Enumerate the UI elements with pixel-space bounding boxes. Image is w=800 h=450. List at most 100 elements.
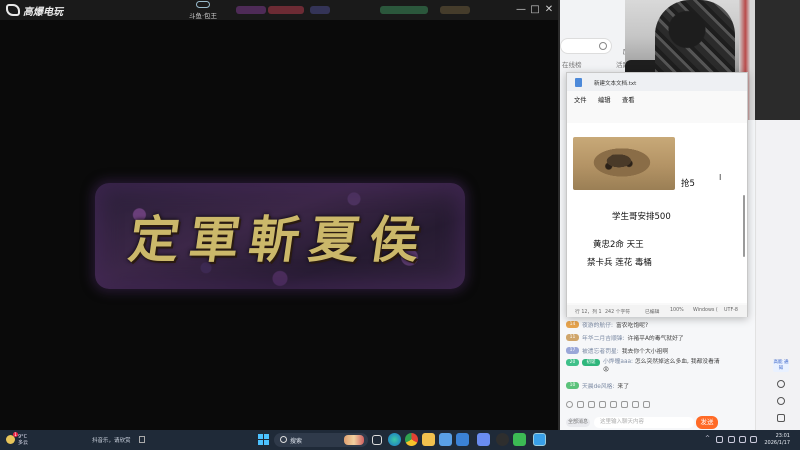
video-area[interactable]: 定軍斬夏侯 <box>0 20 558 430</box>
status-chars: 242 个字符 <box>605 310 631 315</box>
titlebar-decor <box>268 6 304 14</box>
taskbar: 1 9°C 多云 抖音乐，请欣赏 搜索 ^ 23:01 2026/1/17 <box>0 430 800 450</box>
tray-app-icon[interactable] <box>716 436 723 443</box>
chat-message[interactable]: 17 被遗忘者罚星: 我去你个大小祖啊 <box>566 344 726 357</box>
edge-icon[interactable] <box>388 433 401 446</box>
player-brand: 高爆电玩 <box>6 3 63 18</box>
status-zoom: 100% <box>670 308 684 313</box>
status-position: 行 12，列 1 <box>575 310 602 315</box>
user-level-badge: 17 <box>566 347 579 354</box>
vertical-scrollbar[interactable] <box>743 195 745 257</box>
cloud-app-icon[interactable] <box>456 433 469 446</box>
more-icon[interactable] <box>643 401 650 408</box>
media-text[interactable]: 抖音乐，请欣赏 <box>92 436 131 444</box>
file-explorer-icon[interactable] <box>422 433 435 446</box>
live-icon <box>196 1 210 8</box>
notepad-window: 新建文本文档.txt 文件 编辑 查看 抢5 I 学生哥安排500 黄忠2命 天… <box>566 72 748 317</box>
chat-username[interactable]: 小烨瞳aaa: <box>603 359 633 365</box>
network-icon[interactable] <box>728 436 735 443</box>
chat-line: 小烨瞳aaa: 怎么突然掉这么多血, 我都没看清 😡 <box>603 358 723 374</box>
chat-username[interactable]: 被遗忘者罚星: <box>582 346 619 355</box>
menu-view[interactable]: 查看 <box>622 95 635 104</box>
brand-logo-icon <box>6 4 20 16</box>
desktop: 高爆电玩 斗鱼·包王 — □ ✕ 定軍斬夏侯 历史 <box>0 0 800 450</box>
battery-icon[interactable] <box>750 436 757 443</box>
chat-input[interactable]: 这里输入聊天内容 <box>594 417 694 428</box>
message-filter-chip[interactable]: 全部消息 <box>566 418 590 427</box>
weather-desc: 多云 <box>18 440 29 446</box>
notepad-editor[interactable]: 抢5 I 学生哥安排500 黄忠2命 天王 禁卡兵 莲花 毒桶 <box>567 123 747 303</box>
k-app-icon[interactable] <box>477 433 490 446</box>
star-icon[interactable] <box>588 401 595 408</box>
menu-file[interactable]: 文件 <box>574 95 587 104</box>
target-icon[interactable] <box>777 397 785 405</box>
taskbar-search-label: 搜索 <box>290 438 303 445</box>
chat-message[interactable]: 14 夜游的航仔: 富农吃饱呢? <box>566 318 726 331</box>
emoji-icon[interactable] <box>566 401 573 408</box>
clock-time: 23:01 <box>775 433 790 439</box>
search-icon <box>280 436 287 443</box>
notepad-tab[interactable]: 新建文本文档.txt <box>567 73 747 91</box>
chat-text: 许褚平A的毒气就好了 <box>627 336 684 342</box>
chat-message[interactable]: 11 年华二月吉顺锋: 许褚平A的毒气就好了 <box>566 331 726 344</box>
note-line: 禁卡兵 莲花 毒桶 <box>587 258 652 268</box>
strip-badge[interactable]: 高能 通知 <box>773 360 789 372</box>
notepad-title: 新建文本文档.txt <box>594 81 637 87</box>
chat-username[interactable]: 年华二月吉顺锋: <box>582 333 625 342</box>
chat-list: 14 夜游的航仔: 富农吃饱呢? 11 年华二月吉顺锋: 许褚平A的毒气就好了 … <box>566 318 726 392</box>
player-titlebar[interactable]: 高爆电玩 斗鱼·包王 — □ ✕ <box>0 0 558 20</box>
media-icon[interactable] <box>139 436 145 443</box>
tab-online-rank[interactable]: 在线榜 <box>562 59 582 69</box>
fan-badge: 初诞 <box>582 359 600 366</box>
maximize-button[interactable]: □ <box>529 3 541 17</box>
chat-toolbar <box>566 401 726 411</box>
chat-username[interactable]: 夜游的航仔: <box>582 320 613 329</box>
task-view-icon[interactable] <box>372 435 382 445</box>
clock-date: 2026/1/17 <box>764 440 790 446</box>
notepad-file-icon <box>575 78 582 87</box>
weather-widget[interactable]: 1 9°C 多云 <box>6 432 40 448</box>
note-line: 学生哥安排500 <box>612 212 671 222</box>
media-app-icon[interactable] <box>533 433 546 446</box>
volume-icon[interactable] <box>739 436 746 443</box>
taskbar-search[interactable]: 搜索 <box>274 433 368 447</box>
status-eol: Windows ( <box>693 308 718 313</box>
note-line: 抢5 <box>681 179 695 189</box>
titlebar-decor <box>440 6 470 14</box>
sidebar-search[interactable] <box>560 38 612 54</box>
box-icon[interactable] <box>632 401 639 408</box>
send-button[interactable]: 发送 <box>696 416 718 429</box>
user-level-badge: 20 <box>566 359 579 366</box>
tray-chevron-icon[interactable]: ^ <box>705 435 712 442</box>
chat-input-row: 全部消息 这里输入聊天内容 发送 <box>566 416 726 429</box>
game-app-icon[interactable] <box>513 433 526 446</box>
wechat-icon[interactable] <box>496 433 509 446</box>
card-icon[interactable] <box>610 401 617 408</box>
chrome-icon[interactable] <box>405 433 418 446</box>
user-level-badge: 11 <box>566 334 579 341</box>
photos-icon[interactable] <box>439 433 452 446</box>
windows-start-icon[interactable] <box>258 434 269 445</box>
channel-tag[interactable]: 斗鱼·包王 <box>178 1 228 20</box>
minimize-button[interactable]: — <box>515 3 527 17</box>
chat-text: 我去你个大小祖啊 <box>621 349 669 355</box>
fans-icon[interactable] <box>599 401 606 408</box>
user-level-badge: 10 <box>566 382 579 389</box>
hyena-image <box>573 137 675 190</box>
menu-edit[interactable]: 编辑 <box>598 95 611 104</box>
search-icon[interactable] <box>599 42 607 50</box>
gift-icon[interactable] <box>577 401 584 408</box>
titlebar-decor <box>380 6 428 14</box>
system-clock[interactable]: 23:01 2026/1/17 <box>758 433 790 447</box>
channel-tag-label: 斗鱼·包王 <box>188 12 218 20</box>
share-icon[interactable] <box>777 414 785 422</box>
close-button[interactable]: ✕ <box>543 3 555 17</box>
replay-icon[interactable] <box>777 380 785 388</box>
chat-username[interactable]: 天晨de风格: <box>582 381 614 390</box>
text-cursor-icon: I <box>719 173 722 182</box>
chat-message[interactable]: 20 初诞 小烨瞳aaa: 怎么突然掉这么多血, 我都没看清 😡 <box>566 357 726 379</box>
chat-message[interactable]: 10 天晨de风格: 来了 <box>566 379 726 392</box>
status-edited: 已编辑 <box>645 310 660 315</box>
notepad-menubar: 文件 编辑 查看 <box>567 93 747 105</box>
bag-icon[interactable] <box>621 401 628 408</box>
